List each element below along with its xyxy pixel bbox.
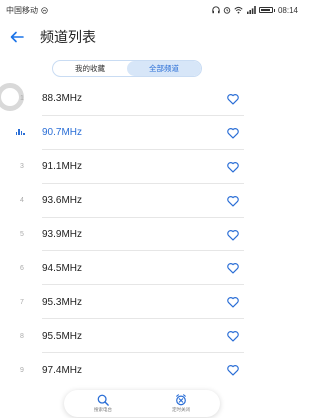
alarm-icon	[223, 7, 231, 14]
favorite-heart-icon[interactable]	[226, 363, 240, 377]
channel-tabs: 我的收藏 全部频道	[52, 60, 202, 77]
favorite-heart-icon[interactable]	[226, 92, 240, 106]
channel-index: 4	[20, 197, 24, 205]
favorite-heart-icon[interactable]	[226, 228, 240, 242]
notification-icon	[41, 6, 48, 14]
channel-row[interactable]: 7 95.3MHz	[0, 285, 306, 320]
channel-row[interactable]: 5 93.9MHz	[0, 218, 306, 252]
status-left: 中国移动	[6, 5, 48, 16]
battery-icon	[258, 7, 273, 13]
timer-icon	[176, 394, 186, 406]
search-icon	[97, 394, 109, 406]
sleep-timer-label: 定时关闭	[172, 407, 190, 412]
now-playing-icon	[0, 128, 42, 137]
channel-index: 6	[20, 264, 24, 272]
channel-row[interactable]: 6 94.5MHz	[0, 251, 306, 286]
signal-icon	[246, 6, 256, 14]
page-title: 频道列表	[40, 29, 96, 45]
channel-frequency: 93.6MHz	[42, 195, 83, 207]
favorite-heart-icon[interactable]	[226, 126, 240, 140]
wifi-icon	[234, 6, 243, 14]
favorite-heart-icon[interactable]	[226, 329, 240, 343]
channel-index: 8	[20, 332, 24, 340]
status-bar: 中国移动 08:14	[0, 0, 306, 20]
channel-row[interactable]: 90.7MHz	[0, 116, 306, 150]
channel-index: 9	[20, 366, 24, 374]
favorite-heart-icon[interactable]	[226, 160, 240, 174]
sleep-timer-button[interactable]: 定时关闭	[172, 394, 190, 413]
status-right: 08:14	[212, 6, 298, 15]
channel-row[interactable]: 3 91.1MHz	[0, 150, 306, 184]
favorite-heart-icon[interactable]	[226, 261, 240, 275]
channel-index: 3	[20, 163, 24, 171]
headphone-icon	[212, 6, 220, 14]
channel-list: 1 88.3MHz 90.7MHz 3 91.1MHz 4 93.6MHz 5 93.9MHz 6…	[0, 82, 306, 387]
search-station-label: 搜索电台	[94, 407, 112, 412]
channel-row[interactable]: 4 93.6MHz	[0, 184, 306, 218]
header: 频道列表	[0, 22, 306, 52]
carrier-label: 中国移动	[6, 5, 38, 15]
channel-frequency: 95.5MHz	[42, 330, 83, 342]
channel-frequency: 94.5MHz	[42, 262, 83, 274]
channel-frequency: 91.1MHz	[42, 161, 83, 173]
search-station-button[interactable]: 搜索电台	[94, 394, 112, 413]
tab-all-channels[interactable]: 全部频道	[127, 61, 201, 76]
channel-index: 5	[20, 231, 24, 238]
channel-frequency: 90.7MHz	[42, 127, 83, 139]
channel-index: 7	[20, 298, 24, 306]
channel-frequency: 97.4MHz	[42, 364, 83, 376]
channel-index: 1	[20, 95, 24, 103]
channel-frequency: 95.3MHz	[42, 296, 83, 308]
channel-frequency: 93.9MHz	[42, 229, 83, 240]
back-arrow-icon[interactable]	[10, 29, 34, 46]
clock-label: 08:14	[277, 5, 298, 15]
channel-row[interactable]: 9 97.4MHz	[0, 353, 306, 387]
bottom-action-bar: 搜索电台 定时关闭	[64, 390, 220, 417]
favorite-heart-icon[interactable]	[226, 194, 240, 208]
favorite-heart-icon[interactable]	[226, 295, 240, 309]
battery-tip	[273, 8, 275, 12]
channel-row[interactable]: 8 95.5MHz	[0, 319, 306, 354]
channel-row[interactable]: 1 88.3MHz	[0, 82, 306, 116]
tab-favorites[interactable]: 我的收藏	[53, 61, 127, 76]
channel-frequency: 88.3MHz	[42, 93, 83, 105]
